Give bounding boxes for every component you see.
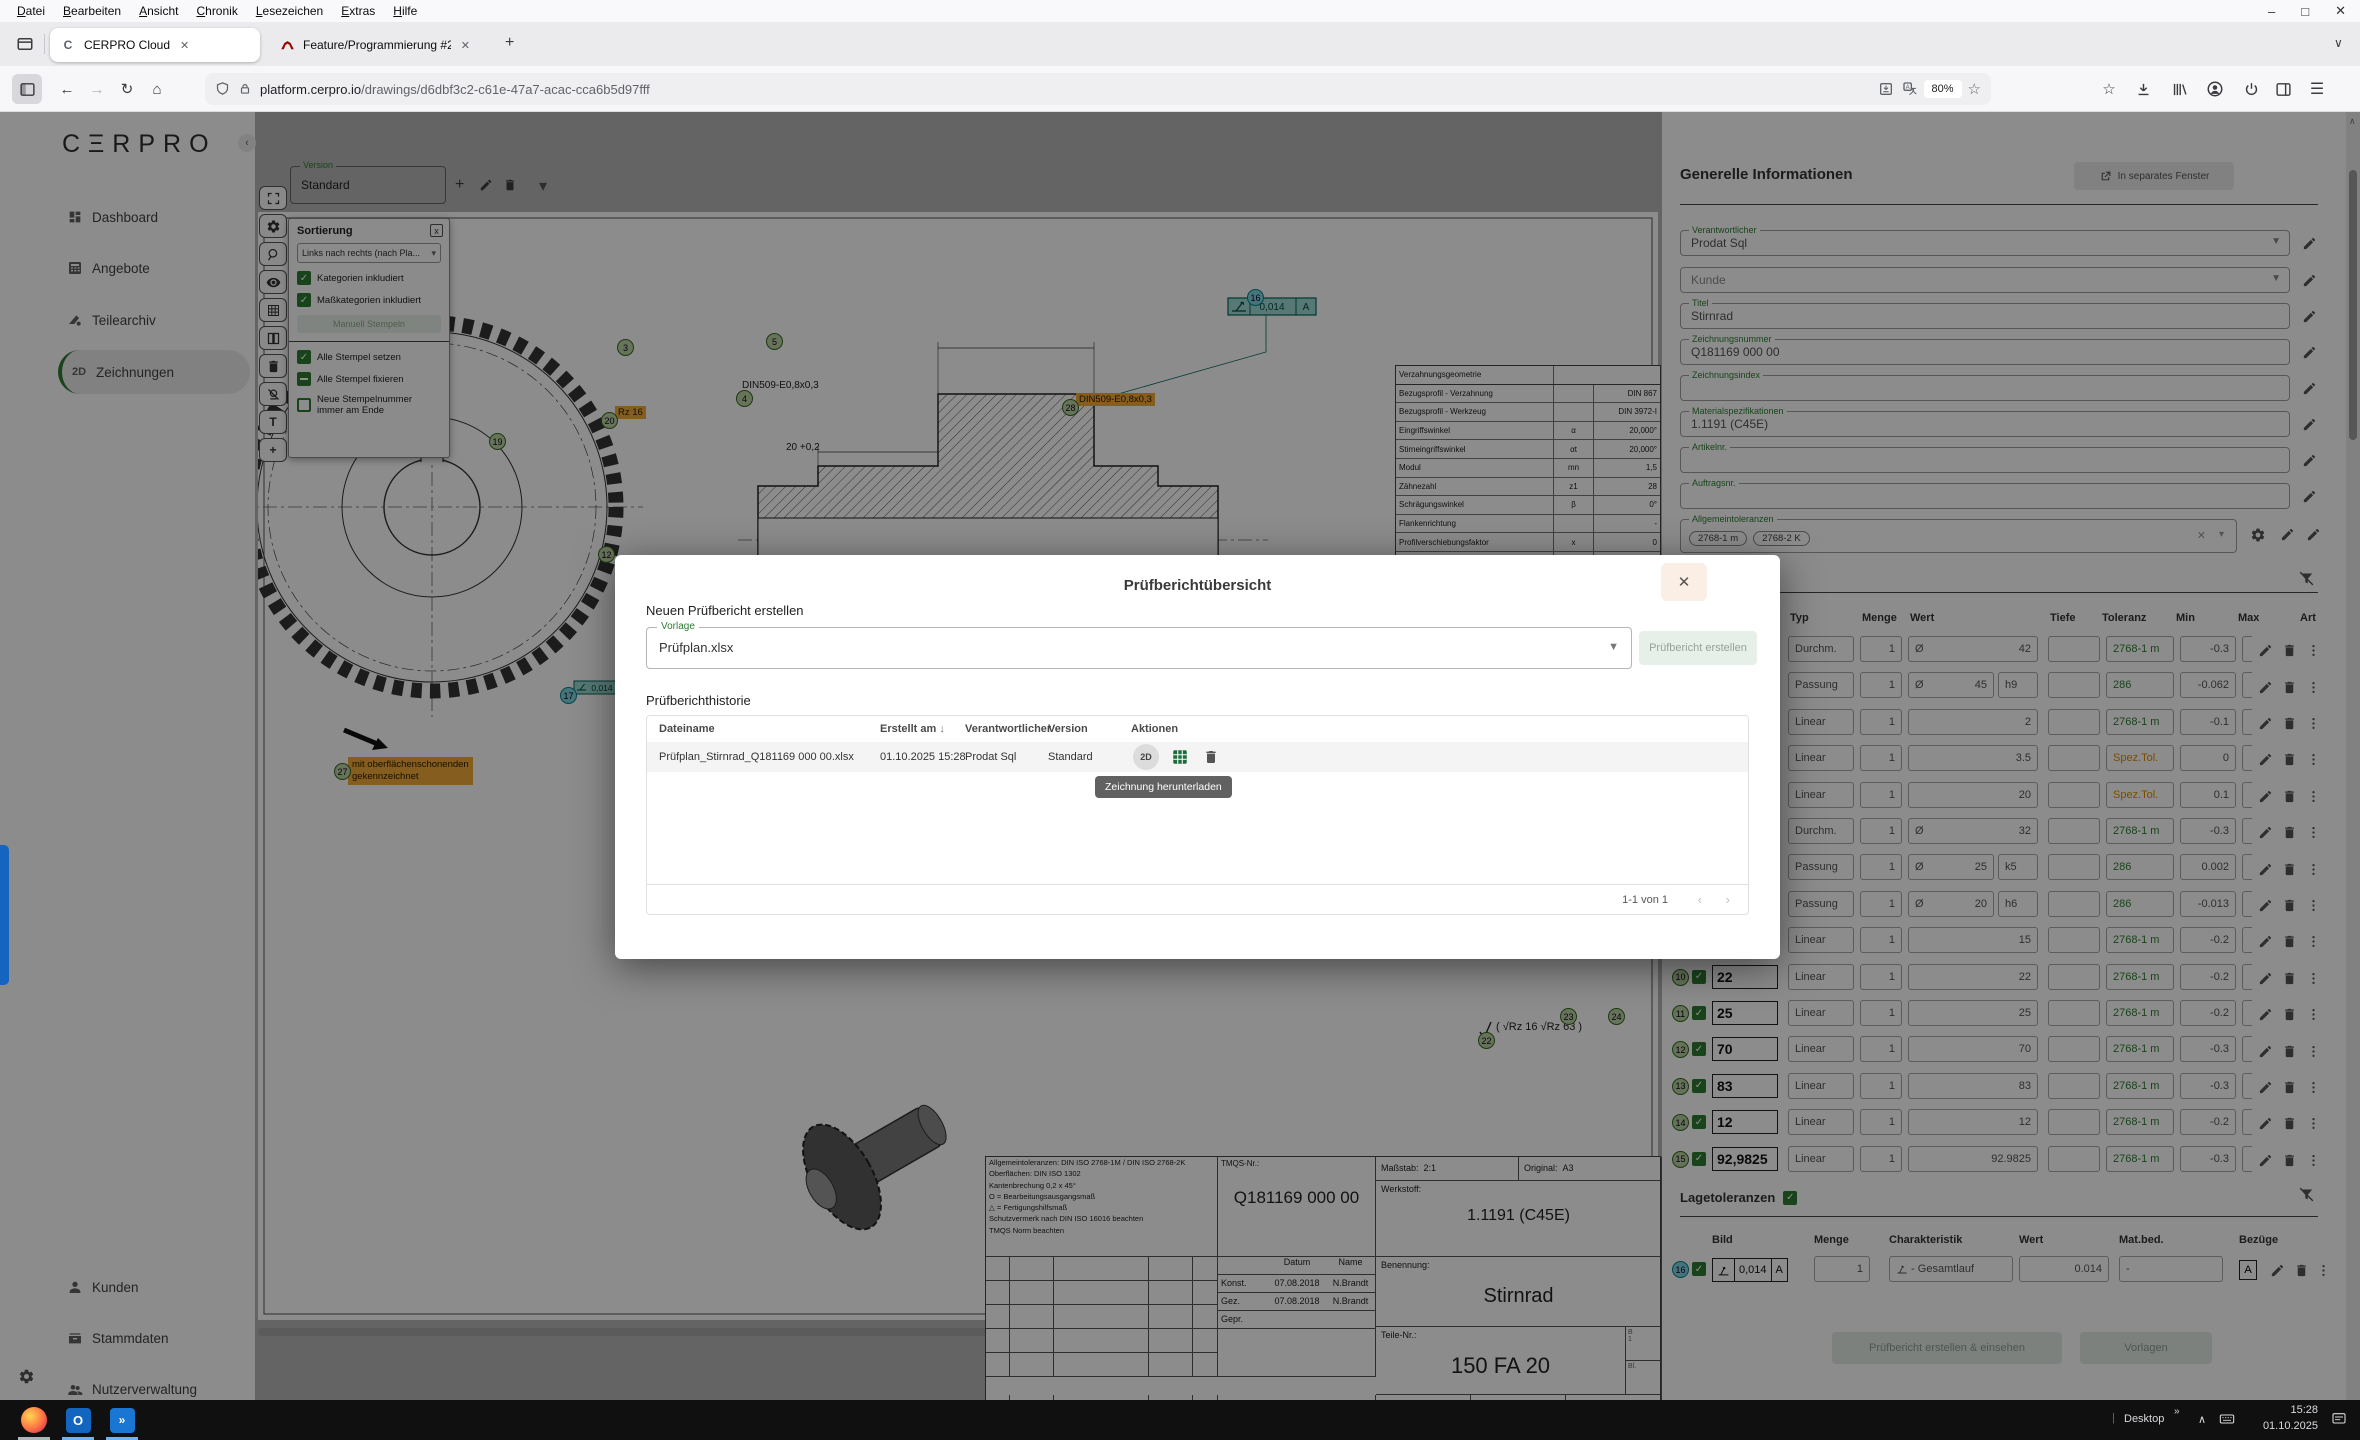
browser-menubar: DateiBearbeitenAnsichtChronikLesezeichen…	[0, 0, 2360, 22]
download-tooltip: Zeichnung herunterladen	[1095, 776, 1232, 798]
side-extension-handle[interactable]	[0, 845, 9, 985]
history-row-responsible: Prodat Sql	[965, 742, 1016, 772]
sidebar-panel-icon[interactable]	[2268, 74, 2298, 104]
reload-icon[interactable]: ↻	[112, 74, 142, 104]
menu-ansicht[interactable]: Ansicht	[130, 2, 187, 20]
url-bar[interactable]: platform.cerpro.io/drawings/d6dbf3c2-c61…	[205, 73, 1991, 105]
vorlage-label: Vorlage	[657, 621, 699, 632]
col-verantwortlicher[interactable]: Verantwortlicher	[965, 716, 1051, 742]
clock-date[interactable]: 01.10.2025	[2240, 1420, 2318, 1432]
col-dateiname[interactable]: Dateiname	[659, 716, 715, 742]
vorlage-select[interactable]: Vorlage Prüfplan.xlsx ▼	[646, 627, 1632, 669]
taskbar: O » | Desktop » ∧ 15:28 01.10.2025	[0, 1400, 2360, 1440]
modal-close-icon[interactable]: ✕	[1661, 563, 1707, 601]
collection-star-icon[interactable]: ☆	[2094, 74, 2124, 104]
history-section-label: Prüfberichthistorie	[646, 693, 751, 708]
keyboard-tray-icon[interactable]	[2216, 1408, 2238, 1430]
tab-close-icon[interactable]: ✕	[180, 39, 189, 52]
clock-time[interactable]: 15:28	[2252, 1404, 2318, 1416]
account-icon[interactable]	[2200, 74, 2230, 104]
cerpro-favicon: C	[60, 37, 76, 53]
screen: DateiBearbeitenAnsichtChronikLesezeichen…	[0, 0, 2360, 1440]
sidebar-toggle-icon[interactable]	[12, 74, 42, 104]
pruefbericht-modal: Prüfberichtübersicht ✕ Neuen Prüfbericht…	[615, 555, 1780, 959]
tray-expand-icon[interactable]: ∧	[2198, 1413, 2206, 1426]
sort-desc-icon[interactable]: ↓	[939, 723, 945, 735]
delete-report-icon[interactable]	[1203, 742, 1219, 772]
col-aktionen: Aktionen	[1131, 716, 1178, 742]
home-icon[interactable]: ⌂	[142, 74, 172, 104]
create-report-button[interactable]: Prüfbericht erstellen	[1639, 631, 1757, 665]
vorlage-caret-icon: ▼	[1608, 641, 1619, 653]
menu-chronik[interactable]: Chronik	[187, 2, 246, 20]
next-page-icon[interactable]: ›	[1726, 892, 1730, 907]
tab-close-icon[interactable]: ✕	[461, 39, 470, 52]
menu-hamburger-icon[interactable]: ☰	[2302, 74, 2332, 104]
downloads-icon[interactable]	[2128, 74, 2158, 104]
vorlage-value: Prüfplan.xlsx	[659, 640, 733, 655]
menu-datei[interactable]: Datei	[8, 2, 54, 20]
create-section-label: Neuen Prüfbericht erstellen	[646, 603, 804, 618]
library-icon[interactable]	[2164, 74, 2194, 104]
bookmark-star-icon[interactable]: ☆	[1968, 80, 1981, 98]
download-excel-icon[interactable]	[1171, 742, 1189, 772]
browser-tab-2[interactable]: Feature/Programmierung #225 ✕	[270, 28, 480, 62]
history-table: Dateiname Erstellt am ↓ Verantwortlicher…	[646, 715, 1749, 915]
shield-icon[interactable]	[215, 80, 230, 98]
firefox-taskbar-icon[interactable]	[18, 1404, 50, 1436]
col-version[interactable]: Version	[1048, 716, 1088, 742]
url-text[interactable]: platform.cerpro.io/drawings/d6dbf3c2-c61…	[260, 82, 650, 97]
app-taskbar-icon[interactable]: »	[106, 1404, 138, 1436]
window-close-button[interactable]: ✕	[2335, 3, 2346, 19]
back-icon[interactable]: ←	[52, 74, 82, 104]
tray-chevrons[interactable]: »	[2174, 1406, 2180, 1417]
tab-title: Feature/Programmierung #225	[303, 38, 451, 52]
firefox-view-icon[interactable]	[16, 35, 34, 53]
pagination-label: 1-1 von 1	[1622, 894, 1668, 906]
power-sync-icon[interactable]	[2236, 74, 2266, 104]
modal-title: Prüfberichtübersicht	[615, 577, 1780, 594]
prev-page-icon[interactable]: ‹	[1698, 892, 1702, 907]
outlook-taskbar-icon[interactable]: O	[62, 1404, 94, 1436]
lock-icon[interactable]	[238, 80, 252, 98]
history-row-filename: Prüfplan_Stirnrad_Q181169 000 00.xlsx	[659, 742, 854, 772]
window-maximize-button[interactable]: □	[2301, 4, 2309, 19]
page-zoom-indicator[interactable]: 80%	[1924, 80, 1962, 98]
tab-separator	[44, 34, 45, 54]
forward-icon[interactable]: →	[82, 74, 112, 104]
window-minimize-button[interactable]: –	[2268, 4, 2275, 19]
menu-extras[interactable]: Extras	[332, 2, 384, 20]
menu-bearbeiten[interactable]: Bearbeiten	[54, 2, 130, 20]
translate-icon[interactable]: A	[1902, 80, 1918, 98]
download-drawing-2d-button[interactable]: 2D	[1133, 744, 1159, 770]
menu-hilfe[interactable]: Hilfe	[384, 2, 426, 20]
notification-center-icon[interactable]	[2328, 1408, 2350, 1430]
svg-text:A: A	[1905, 85, 1909, 91]
browser-navbar: ← → ↻ ⌂ platform.cerpro.io/drawings/d6db…	[0, 66, 2360, 112]
redmine-favicon	[280, 37, 295, 53]
save-page-icon[interactable]	[1878, 80, 1894, 98]
tab-title: CERPRO Cloud	[84, 38, 170, 52]
browser-tab-1[interactable]: C CERPRO Cloud ✕	[50, 28, 260, 62]
history-row-version: Standard	[1048, 742, 1093, 772]
menu-lesezeichen[interactable]: Lesezeichen	[247, 2, 332, 20]
desktop-label[interactable]: Desktop	[2124, 1413, 2164, 1425]
new-tab-button[interactable]: +	[505, 34, 514, 52]
list-all-tabs-button[interactable]: ∨	[2334, 36, 2343, 50]
browser-tabbar: CCERPRO Cloud✕Feature/Programmierung #22…	[0, 22, 2360, 66]
col-erstellt-am[interactable]: Erstellt am ↓	[880, 716, 945, 742]
history-row-created: 01.10.2025 15:28	[880, 742, 966, 772]
